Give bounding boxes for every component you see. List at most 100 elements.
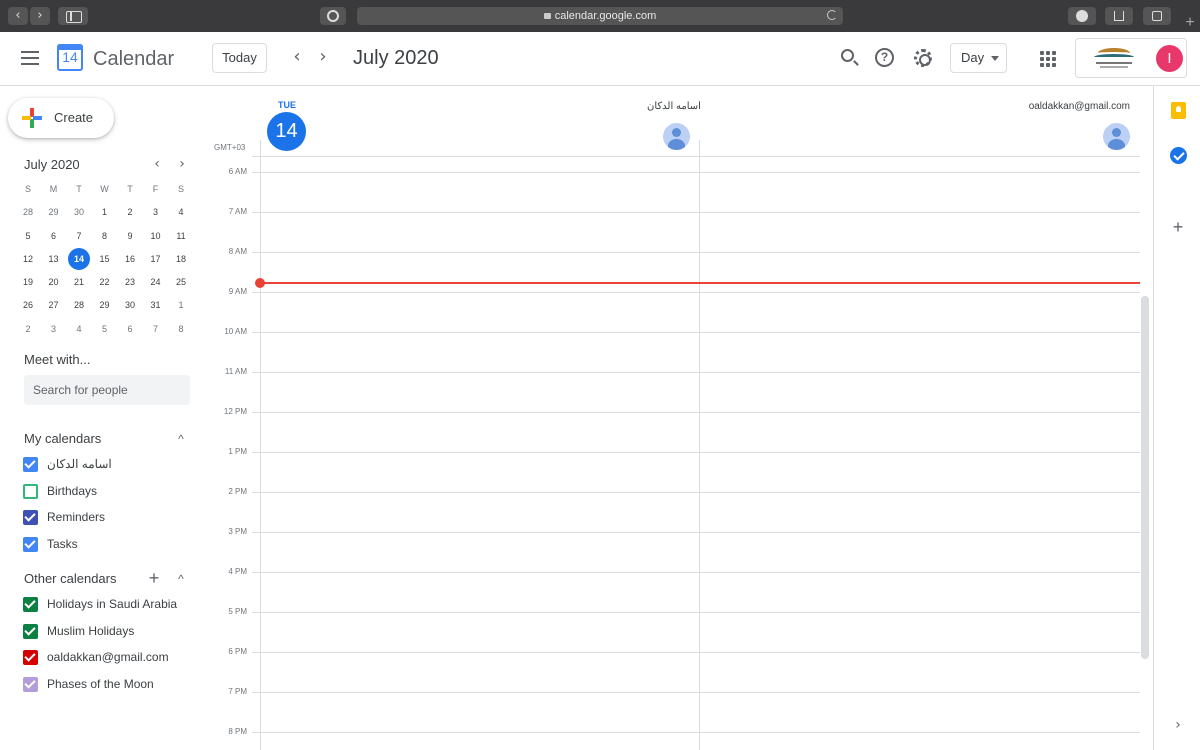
search-people-input[interactable]: Search for people xyxy=(24,375,190,405)
mini-calendar-day[interactable]: 6 xyxy=(119,318,141,340)
calendar-label: Phases of the Moon xyxy=(47,677,154,692)
calendar-label: oaldakkan@gmail.com xyxy=(47,650,169,665)
mini-calendar-day[interactable]: 28 xyxy=(68,294,90,316)
checkbox-unchecked-icon[interactable] xyxy=(23,483,38,499)
calendar-label: Holidays in Saudi Arabia xyxy=(47,597,178,611)
mini-calendar-day[interactable]: 25 xyxy=(170,271,192,293)
mini-calendar-day[interactable]: 10 xyxy=(145,225,167,247)
checkbox-checked-icon[interactable] xyxy=(23,537,38,553)
checkbox-checked-icon[interactable] xyxy=(23,597,38,612)
chevron-up-icon[interactable]: ^ xyxy=(174,572,188,586)
tasks-icon[interactable] xyxy=(1170,147,1187,164)
mini-calendar-day[interactable]: 1 xyxy=(170,294,192,316)
mini-calendar-day[interactable]: 31 xyxy=(145,294,167,316)
mini-calendar-day[interactable]: 19 xyxy=(17,271,39,293)
mini-calendar-weekday: W xyxy=(100,184,109,194)
view-switcher-label: Day xyxy=(961,50,985,65)
view-switcher[interactable]: Day xyxy=(950,43,1007,73)
hour-label: 6 AM xyxy=(228,167,247,176)
app-title[interactable]: Calendar xyxy=(93,47,174,71)
mini-calendar-day[interactable]: 5 xyxy=(17,225,39,247)
day-number[interactable]: 14 xyxy=(267,112,306,151)
mini-calendar-day[interactable]: 7 xyxy=(145,318,167,340)
mini-calendar-day[interactable]: 8 xyxy=(94,225,116,247)
mini-calendar-day[interactable]: 28 xyxy=(17,201,39,223)
browser-sidebar-toggle-icon[interactable] xyxy=(58,7,88,25)
my-calendars-title[interactable]: My calendars xyxy=(24,431,101,446)
mini-calendar-next-button[interactable]: › xyxy=(173,155,191,173)
mini-calendar-day[interactable]: 22 xyxy=(94,271,116,293)
mini-calendar-day[interactable]: 4 xyxy=(68,318,90,340)
previous-period-button[interactable]: ‹ xyxy=(285,46,309,70)
checkbox-checked-icon[interactable] xyxy=(23,510,38,526)
extension-icon[interactable] xyxy=(320,7,346,25)
mini-calendar-day[interactable]: 2 xyxy=(17,318,39,340)
add-other-calendar-icon[interactable]: + xyxy=(146,569,162,587)
mini-calendar-day[interactable]: 8 xyxy=(170,318,192,340)
mini-calendar-day[interactable]: 18 xyxy=(170,248,192,270)
main-menu-icon[interactable] xyxy=(21,51,39,65)
browser-forward-button[interactable]: › xyxy=(30,7,50,25)
create-button[interactable]: Create xyxy=(8,98,114,138)
mini-calendar-day[interactable]: 5 xyxy=(94,318,116,340)
mini-calendar-day[interactable]: 2 xyxy=(119,201,141,223)
mini-calendar-day[interactable]: 11 xyxy=(170,225,192,247)
account-avatar[interactable]: I xyxy=(1156,45,1183,72)
mini-calendar-day[interactable]: 30 xyxy=(119,294,141,316)
address-bar[interactable]: calendar.google.com xyxy=(357,7,843,25)
checkbox-checked-icon[interactable] xyxy=(23,623,38,639)
person-avatar-icon xyxy=(1103,123,1130,150)
next-period-button[interactable]: › xyxy=(311,46,335,70)
person-avatar-icon xyxy=(663,123,690,150)
mini-calendar-day[interactable]: 24 xyxy=(145,271,167,293)
share-button[interactable] xyxy=(1105,7,1133,25)
google-apps-icon[interactable] xyxy=(1040,51,1056,67)
mini-calendar-prev-button[interactable]: ‹ xyxy=(148,155,166,173)
new-tab-button[interactable]: + xyxy=(1180,14,1200,32)
mini-calendar-day[interactable]: 4 xyxy=(170,201,192,223)
today-button[interactable]: Today xyxy=(212,43,267,73)
mini-calendar-day[interactable]: 6 xyxy=(43,225,65,247)
add-addon-icon[interactable]: + xyxy=(1171,218,1185,236)
mini-calendar-day[interactable]: 7 xyxy=(68,225,90,247)
mini-calendar-day[interactable]: 27 xyxy=(43,294,65,316)
settings-button[interactable] xyxy=(911,46,935,70)
mini-calendar-day[interactable]: 9 xyxy=(119,225,141,247)
account-switcher[interactable]: I xyxy=(1075,38,1187,78)
download-icon xyxy=(1076,10,1088,22)
mini-calendar-day[interactable]: 13 xyxy=(43,248,65,270)
mini-calendar-day[interactable]: 1 xyxy=(94,201,116,223)
mini-calendar-day[interactable]: 30 xyxy=(68,201,90,223)
mini-calendar-day[interactable]: 17 xyxy=(145,248,167,270)
checkbox-checked-icon[interactable] xyxy=(23,457,38,472)
hour-gridline xyxy=(252,452,1140,453)
mini-calendar-day[interactable]: 20 xyxy=(43,271,65,293)
mini-calendar-day[interactable]: 3 xyxy=(43,318,65,340)
tabs-overview-button[interactable] xyxy=(1143,7,1171,25)
other-calendars-title[interactable]: Other calendars xyxy=(24,571,117,586)
checkbox-checked-icon[interactable] xyxy=(23,650,38,666)
chevron-up-icon[interactable]: ^ xyxy=(174,432,188,446)
downloads-button[interactable] xyxy=(1068,7,1096,25)
mini-calendar-day[interactable]: 3 xyxy=(145,201,167,223)
search-button[interactable] xyxy=(838,46,862,70)
checkbox-checked-icon[interactable] xyxy=(23,677,38,693)
mini-calendar-day[interactable]: 29 xyxy=(43,201,65,223)
hour-label: 8 AM xyxy=(228,247,247,256)
hour-gridline xyxy=(252,492,1140,493)
share-icon xyxy=(1114,11,1124,21)
mini-calendar-day[interactable]: 15 xyxy=(94,248,116,270)
mini-calendar-day[interactable]: 29 xyxy=(94,294,116,316)
mini-calendar-day[interactable]: 14 xyxy=(68,247,90,270)
expand-panel-icon[interactable]: › xyxy=(1171,717,1185,733)
day-view-scrollbar[interactable] xyxy=(1141,296,1149,659)
reload-icon[interactable] xyxy=(827,10,837,20)
mini-calendar-day[interactable]: 21 xyxy=(68,271,90,293)
mini-calendar-day[interactable]: 16 xyxy=(119,248,141,270)
mini-calendar-day[interactable]: 12 xyxy=(17,248,39,270)
mini-calendar-day[interactable]: 26 xyxy=(17,294,39,316)
help-button[interactable]: ? xyxy=(873,46,897,70)
browser-back-button[interactable]: ‹ xyxy=(8,7,28,25)
keep-icon[interactable] xyxy=(1171,102,1186,119)
mini-calendar-day[interactable]: 23 xyxy=(119,271,141,293)
